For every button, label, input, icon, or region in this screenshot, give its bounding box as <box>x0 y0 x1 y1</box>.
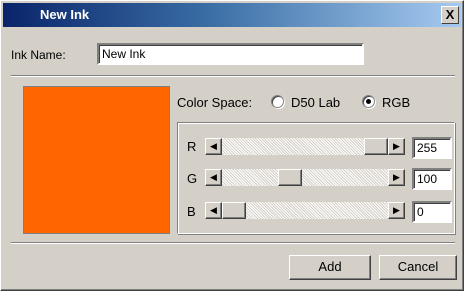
g-slider-thumb[interactable] <box>277 169 302 186</box>
radio-rgb-label[interactable]: RGB <box>382 95 410 110</box>
color-space-label: Color Space: <box>177 95 253 110</box>
radio-d50-lab-label[interactable]: D50 Lab <box>291 95 340 110</box>
channel-r-label: R <box>187 139 197 154</box>
arrow-right-icon: ▶ <box>393 172 400 182</box>
r-scroll-left-button[interactable]: ◀ <box>205 138 222 155</box>
add-button[interactable]: Add <box>289 255 371 280</box>
g-scroll-left-button[interactable]: ◀ <box>205 169 222 186</box>
ink-name-label: Ink Name: <box>11 48 66 62</box>
g-value-field[interactable]: 100 <box>412 168 452 190</box>
cancel-button[interactable]: Cancel <box>379 255 457 280</box>
arrow-right-icon: ▶ <box>393 141 400 151</box>
r-value-field[interactable]: 255 <box>412 137 452 159</box>
r-slider-thumb[interactable] <box>364 138 388 155</box>
channel-b-label: B <box>187 204 196 219</box>
b-scroll-left-button[interactable]: ◀ <box>205 202 222 219</box>
b-value-field[interactable]: 0 <box>412 201 452 223</box>
bottom-divider <box>11 242 455 244</box>
close-icon: X <box>445 7 455 22</box>
r-scroll-right-button[interactable]: ▶ <box>388 138 405 155</box>
g-scroll-right-button[interactable]: ▶ <box>388 169 405 186</box>
b-scroll-right-button[interactable]: ▶ <box>388 202 405 219</box>
radio-rgb[interactable] <box>362 95 375 108</box>
dialog-title: New Ink <box>40 7 90 22</box>
ink-name-input[interactable] <box>97 43 364 65</box>
radio-d50-lab[interactable] <box>271 95 284 108</box>
color-swatch <box>23 86 170 234</box>
top-divider <box>11 75 455 77</box>
close-button[interactable]: X <box>441 6 459 24</box>
arrow-right-icon: ▶ <box>393 205 400 215</box>
radio-selected-dot <box>366 99 371 104</box>
b-slider-thumb[interactable] <box>222 202 246 219</box>
title-bar[interactable]: New Ink X <box>3 3 461 27</box>
arrow-left-icon: ◀ <box>210 205 217 215</box>
channel-g-label: G <box>187 171 198 186</box>
arrow-left-icon: ◀ <box>210 172 217 182</box>
new-ink-dialog: New Ink X Ink Name: Color Space: D50 Lab… <box>0 0 464 291</box>
b-slider-track[interactable] <box>222 202 388 219</box>
g-slider-track[interactable] <box>222 169 388 186</box>
arrow-left-icon: ◀ <box>210 141 217 151</box>
